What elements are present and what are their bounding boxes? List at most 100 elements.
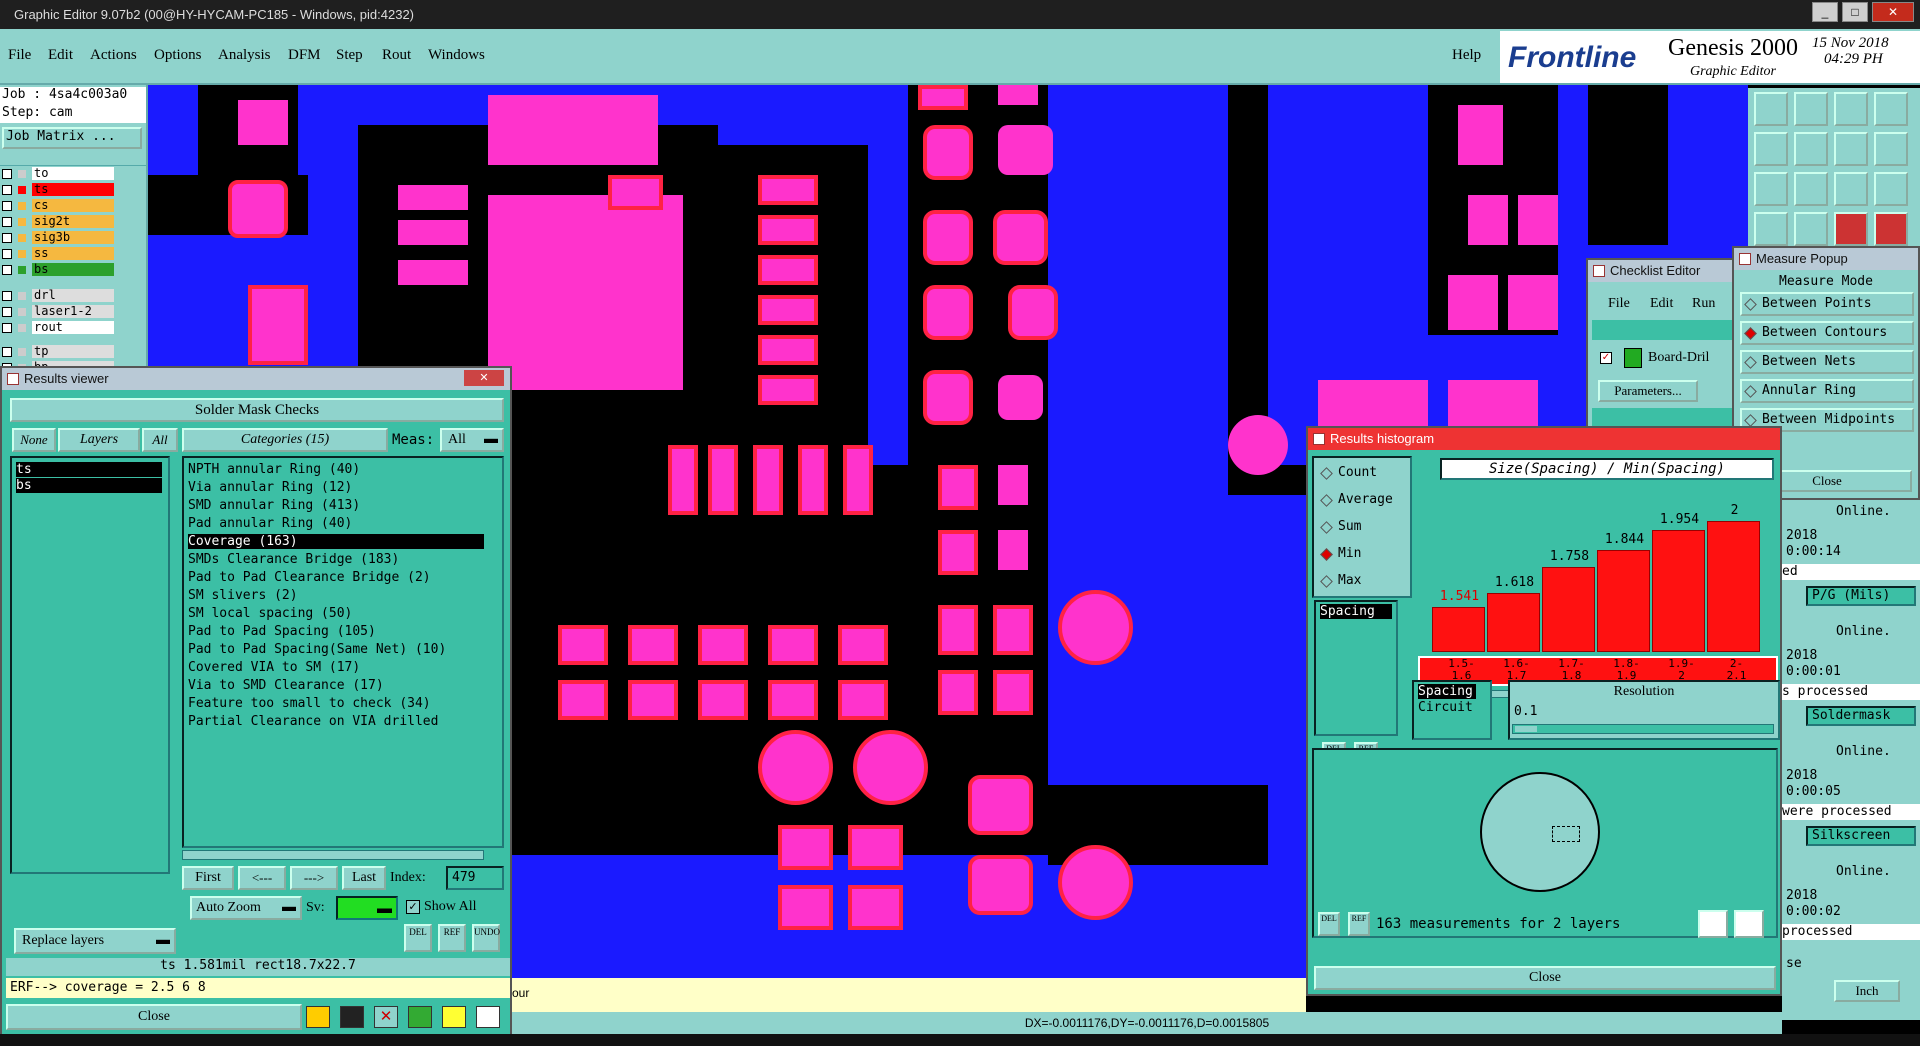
histogram-close-button[interactable]: Close <box>1314 966 1776 990</box>
category-item[interactable]: SMDs Clearance Bridge (183) <box>188 552 484 567</box>
checklist-item-name[interactable]: Board-Dril <box>1648 350 1709 366</box>
measure-type-listbox[interactable]: Spacing <box>1314 600 1398 736</box>
aggregation-option[interactable]: Count <box>1318 464 1408 484</box>
layer-name[interactable]: to <box>32 167 114 180</box>
maximize-button[interactable]: □ <box>1842 2 1868 22</box>
preview-tool-icon[interactable] <box>1698 910 1728 938</box>
histogram-bar[interactable] <box>1432 607 1485 652</box>
layer-checkbox[interactable] <box>2 307 12 317</box>
layer-name[interactable]: rout <box>32 321 114 334</box>
category-item[interactable]: SMD annular Ring (413) <box>188 498 484 513</box>
measure-mode-option[interactable]: Between Nets <box>1740 350 1914 374</box>
index-input[interactable]: 479 <box>446 866 504 890</box>
layer-row-cs[interactable]: cs <box>0 199 146 213</box>
last-button[interactable]: Last <box>342 866 386 890</box>
run-field[interactable]: P/G (Mils) <box>1806 586 1916 606</box>
ref-button[interactable]: REF <box>438 924 466 952</box>
checklist-menu-run[interactable]: Run <box>1692 296 1715 312</box>
category-item[interactable]: Covered VIA to SM (17) <box>188 660 484 675</box>
measure-mode-option[interactable]: Between Points <box>1740 292 1914 316</box>
tool-icon[interactable] <box>1834 172 1868 206</box>
layer-name[interactable]: drl <box>32 289 114 302</box>
sv-color-dropdown[interactable]: ▬ <box>336 896 398 920</box>
tool-icon[interactable] <box>1874 132 1908 166</box>
layer-name[interactable]: bs <box>32 263 114 276</box>
layer-checkbox[interactable] <box>2 265 12 275</box>
layer-row-tp[interactable]: tp <box>0 345 146 359</box>
layer-row-ss[interactable]: ss <box>0 247 146 261</box>
layers-button[interactable]: Layers <box>58 428 140 452</box>
layer-checkbox[interactable] <box>2 233 12 243</box>
category-item[interactable]: Feature too small to check (34) <box>188 696 484 711</box>
menu-edit[interactable]: Edit <box>48 47 73 64</box>
menu-help[interactable]: Help <box>1452 47 1481 64</box>
list-icon[interactable] <box>442 1006 466 1028</box>
slider-thumb[interactable] <box>1515 726 1537 732</box>
layer-name[interactable]: tp <box>32 345 114 358</box>
aggregation-option[interactable]: Max <box>1318 572 1408 592</box>
result-type-item[interactable]: Circuit <box>1418 700 1476 715</box>
histogram-bar[interactable] <box>1652 530 1705 652</box>
tool-icon[interactable] <box>1874 172 1908 206</box>
tool-icon[interactable] <box>1834 212 1868 246</box>
category-item[interactable]: SM slivers (2) <box>188 588 484 603</box>
meas-dropdown[interactable]: All ▬ <box>440 428 504 452</box>
auto-zoom-dropdown[interactable]: Auto Zoom ▬ <box>190 896 302 920</box>
checklist-menu-file[interactable]: File <box>1608 296 1630 312</box>
layer-name[interactable]: laser1-2 <box>32 305 114 318</box>
layer-name[interactable]: ss <box>32 247 114 260</box>
histogram-bar[interactable] <box>1487 593 1540 652</box>
layer-checkbox[interactable] <box>2 249 12 259</box>
measure-type-item[interactable]: Spacing <box>1320 604 1392 619</box>
layer-row-sig3b[interactable]: sig3b <box>0 231 146 245</box>
next-button[interactable]: ---> <box>290 866 338 890</box>
aggregation-option[interactable]: Sum <box>1318 518 1408 538</box>
layers-listbox[interactable]: ts bs <box>10 456 170 874</box>
layer-row-to[interactable]: to <box>0 167 146 181</box>
histogram-bar[interactable] <box>1707 521 1760 652</box>
menu-windows[interactable]: Windows <box>428 47 485 64</box>
tool-icon[interactable] <box>1794 212 1828 246</box>
horizontal-scrollbar[interactable] <box>182 850 484 860</box>
show-all-checkbox[interactable]: ✓ <box>406 900 420 914</box>
result-type-item[interactable]: Spacing <box>1418 684 1476 699</box>
category-item[interactable]: Via to SMD Clearance (17) <box>188 678 484 693</box>
layer-name[interactable]: sig2t <box>32 215 114 228</box>
tool-icon[interactable] <box>1754 172 1788 206</box>
tool-icon[interactable] <box>1754 132 1788 166</box>
undo-button[interactable]: UNDO <box>472 924 500 952</box>
menu-dfm[interactable]: DFM <box>288 47 321 64</box>
histogram-bar[interactable] <box>1597 550 1650 652</box>
layer-row-sig2t[interactable]: sig2t <box>0 215 146 229</box>
category-item[interactable]: NPTH annular Ring (40) <box>188 462 484 477</box>
layer-row-bs[interactable]: bs <box>0 263 146 277</box>
result-type-listbox[interactable]: Spacing Circuit <box>1412 680 1492 740</box>
preview-tool-icon[interactable] <box>1734 910 1764 938</box>
exit-icon[interactable] <box>340 1006 364 1028</box>
cross-icon[interactable]: ✕ <box>374 1006 398 1028</box>
categories-listbox[interactable]: NPTH annular Ring (40) Via annular Ring (… <box>182 456 504 848</box>
green-tool-icon[interactable] <box>408 1006 432 1028</box>
tool-icon[interactable] <box>1834 132 1868 166</box>
layer-row-drl[interactable]: drl <box>0 289 146 303</box>
layer-name[interactable]: ts <box>32 183 114 196</box>
run-field[interactable]: Silkscreen <box>1806 826 1916 846</box>
histogram-bar[interactable] <box>1542 567 1595 652</box>
job-matrix-button[interactable]: Job Matrix ... <box>2 127 142 149</box>
layer-name[interactable]: sig3b <box>32 231 114 244</box>
layer-row-ts[interactable]: ts <box>0 183 146 197</box>
layer-list-item[interactable]: ts <box>16 462 162 477</box>
layer-row-laser1-2[interactable]: laser1-2 <box>0 305 146 319</box>
category-item[interactable]: Partial Clearance on VIA drilled <box>188 714 484 729</box>
category-item[interactable]: Pad to Pad Spacing(Same Net) (10) <box>188 642 484 657</box>
menu-actions[interactable]: Actions <box>90 47 137 64</box>
category-item[interactable]: Via annular Ring (12) <box>188 480 484 495</box>
none-button[interactable]: None <box>12 428 56 452</box>
layer-checkbox[interactable] <box>2 217 12 227</box>
checklist-menu-edit[interactable]: Edit <box>1650 296 1673 312</box>
tool-icon[interactable] <box>1754 212 1788 246</box>
replace-layers-dropdown[interactable]: Replace layers ▬ <box>14 928 176 954</box>
preview-ref-button[interactable]: REF <box>1348 912 1370 936</box>
category-item[interactable]: Pad to Pad Spacing (105) <box>188 624 484 639</box>
category-item[interactable]: SM local spacing (50) <box>188 606 484 621</box>
